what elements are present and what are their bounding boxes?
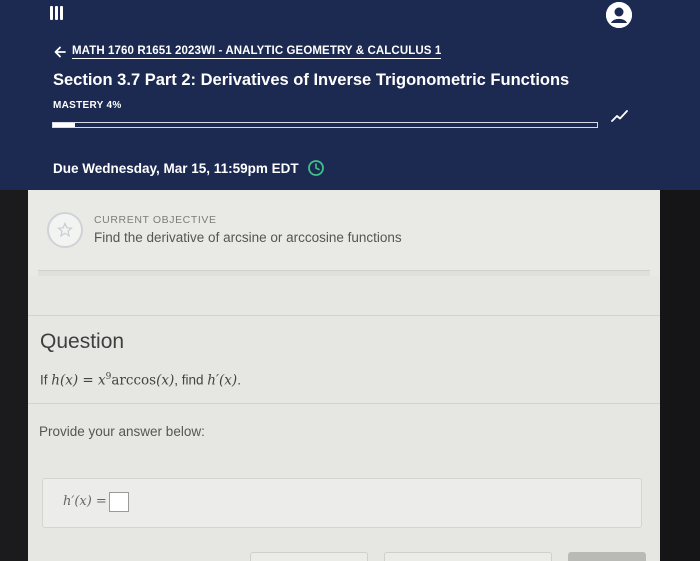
submit-button[interactable] — [568, 552, 646, 561]
course-header: MATH 1760 R1651 2023WI - ANALYTIC GEOMET… — [0, 0, 700, 190]
prompt-if: If — [40, 372, 48, 388]
mastery-label: MASTERY 4% — [53, 100, 122, 111]
question-panel: Question If h(x) = x9arccos(x), find h′(… — [28, 276, 660, 561]
question-heading: Question — [40, 330, 125, 353]
prompt-x-power: (x) = x — [59, 372, 106, 389]
course-breadcrumb[interactable]: MATH 1760 R1651 2023WI - ANALYTIC GEOMET… — [54, 44, 442, 60]
prompt-find: , find — [174, 372, 204, 388]
mastery-progress-bar — [52, 122, 598, 128]
mastery-progress-fill — [53, 123, 75, 127]
current-objective-card: CURRENT OBJECTIVE Find the derivative of… — [28, 190, 660, 279]
user-avatar-icon[interactable] — [606, 2, 632, 28]
question-prompt: If h(x) = x9arccos(x), find h′(x). — [40, 372, 241, 389]
back-arrow-icon[interactable] — [54, 46, 66, 58]
trend-icon[interactable] — [611, 109, 629, 123]
divider — [28, 403, 660, 404]
prompt-x-arg: (x) — [156, 372, 175, 389]
divider — [28, 315, 660, 316]
screen-edge-right — [660, 190, 700, 561]
prompt-h-prime: h′(x) — [207, 372, 238, 389]
course-breadcrumb-label: MATH 1760 R1651 2023WI - ANALYTIC GEOMET… — [72, 45, 442, 59]
prompt-arccos: arccos — [111, 372, 157, 389]
secondary-button[interactable] — [384, 552, 552, 561]
star-icon — [57, 222, 73, 238]
due-date: Due Wednesday, Mar 15, 11:59pm EDT — [53, 159, 325, 177]
prompt-h: h — [51, 372, 60, 389]
answer-input[interactable] — [109, 492, 129, 512]
due-date-text: Due Wednesday, Mar 15, 11:59pm EDT — [53, 160, 299, 176]
clock-icon[interactable] — [307, 159, 325, 177]
answer-instructions: Provide your answer below: — [39, 424, 205, 439]
menu-icon[interactable] — [50, 6, 70, 22]
answer-lhs: h′(x) = — [63, 494, 107, 509]
objective-label: CURRENT OBJECTIVE — [94, 214, 217, 226]
answer-area: h′(x) = — [42, 478, 642, 528]
objective-badge — [47, 212, 83, 248]
objective-text: Find the derivative of arcsine or arccos… — [94, 230, 402, 245]
prompt-end: . — [237, 372, 241, 388]
screen-edge-left — [0, 190, 28, 561]
page-title: Section 3.7 Part 2: Derivatives of Inver… — [53, 71, 570, 89]
secondary-button[interactable] — [250, 552, 368, 561]
